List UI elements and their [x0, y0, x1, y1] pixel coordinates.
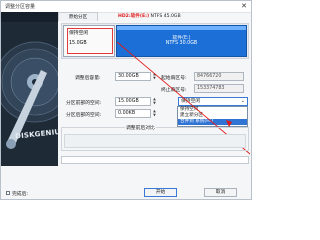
disk-name-label: HD2:软件(E:) — [118, 14, 150, 19]
comparison-group-title: 调整前后对比 — [125, 124, 156, 131]
cancel-button[interactable]: 取消 — [204, 188, 237, 197]
rear-space-spinner[interactable]: ▲ ▼ — [152, 109, 157, 118]
window-title: 调整分区容量 — [5, 4, 36, 10]
start-sector-input[interactable]: 84766720 — [194, 72, 244, 81]
free-block-name: 保持空闲 — [69, 31, 89, 36]
close-icon[interactable]: ✕ — [239, 2, 249, 11]
front-space-spinner[interactable]: ▲ ▼ — [152, 97, 157, 106]
partition-map: 保持空闲 15.0GB 软件(E:) NTFS 30.0GB — [61, 23, 249, 59]
progress-bar — [61, 156, 249, 164]
after-complete-label: 完成后: — [12, 192, 29, 197]
end-sector-input[interactable]: 153374783 — [194, 84, 244, 93]
after-complete-checkbox[interactable] — [6, 191, 10, 195]
rear-space-input[interactable]: 0.00KB — [115, 109, 151, 118]
rear-space-label: 分区后部的空间: — [66, 113, 102, 118]
front-space-action-select[interactable]: 保持空闲 ⌄ — [178, 97, 248, 106]
disk-detail-label: NTFS 45.0GB — [149, 14, 181, 19]
end-sector-label: 终止扇区号: — [161, 88, 187, 93]
disk-illustration: DISKGENIUS — [1, 12, 58, 166]
start-button[interactable]: 开始 — [144, 188, 177, 197]
adjusted-capacity-input[interactable]: 30.00GB — [115, 72, 151, 81]
chevron-down-icon: ⌄ — [240, 98, 245, 104]
partition-used-block[interactable]: 软件(E:) NTFS 30.0GB — [116, 25, 247, 57]
front-action-dropdown: 保持空闲 建立新分区 合并到 系统(H:) — [177, 106, 248, 127]
front-space-label: 分区前部的空间: — [66, 101, 102, 106]
front-action-value: 保持空闲 — [181, 99, 201, 104]
adjusted-capacity-label: 调整后容量: — [75, 76, 101, 81]
start-sector-label: 起始扇区号: — [161, 76, 187, 81]
tab-bar: 原始分区 HD2:软件(E:) NTFS 45.0GB — [58, 12, 250, 21]
tab-label: 原始分区 — [68, 15, 88, 20]
tab-disk-info: HD2:软件(E:) NTFS 45.0GB — [114, 12, 185, 21]
comparison-panel — [64, 134, 246, 148]
hard-disk-icon — [1, 12, 58, 166]
front-space-input[interactable]: 15.00GB — [115, 97, 151, 106]
used-block-detail: NTFS 30.0GB — [165, 41, 198, 46]
tab-original-partition[interactable]: 原始分区 — [58, 12, 98, 21]
used-block-name: 软件(E:) — [172, 36, 191, 41]
capacity-spinner[interactable]: ▲ ▼ — [152, 72, 157, 81]
partition-free-block[interactable]: 保持空闲 15.0GB — [63, 25, 115, 57]
dropdown-option-selected[interactable]: 合并到 系统(H:) — [178, 119, 247, 125]
usage-bar — [117, 26, 246, 30]
free-block-size: 15.0GB — [69, 41, 87, 46]
